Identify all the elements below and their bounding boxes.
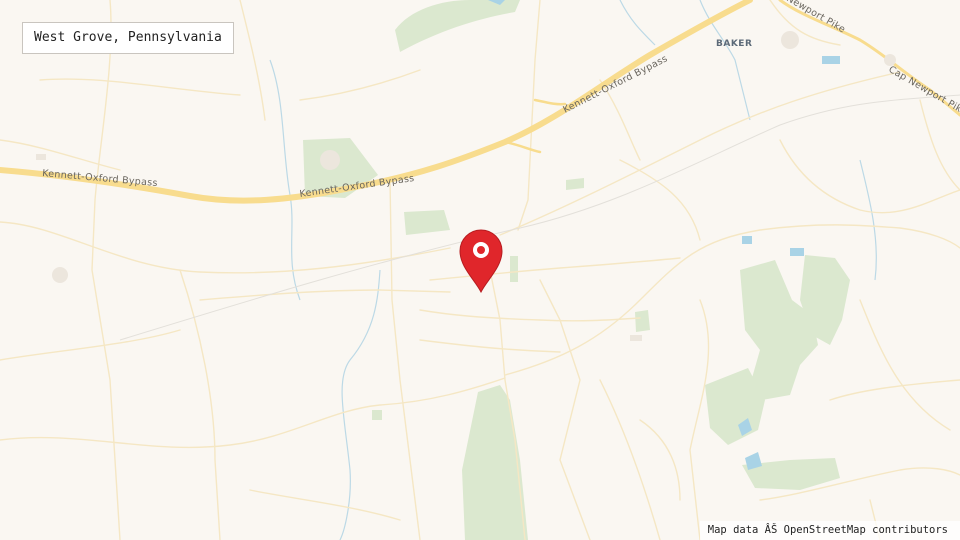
- pond-4: [742, 236, 752, 244]
- place-name-label: West Grove, Pennsylvania: [22, 22, 234, 54]
- pond-5: [790, 248, 804, 256]
- map-attribution[interactable]: Map data ÂŠ OpenStreetMap contributors: [699, 521, 960, 540]
- building-3: [36, 154, 46, 160]
- park-small-3: [635, 310, 650, 332]
- building-6: [630, 335, 642, 341]
- label-baker: BAKER: [716, 39, 752, 49]
- map-canvas[interactable]: Kennett-Oxford Bypass Kennett-Oxford Byp…: [0, 0, 960, 540]
- pond-3: [822, 56, 840, 64]
- park-small-2: [510, 256, 518, 282]
- marker-dot: [477, 246, 485, 254]
- park-small-5: [566, 178, 584, 190]
- building-1: [52, 267, 68, 283]
- building-2: [320, 150, 340, 170]
- building-5: [884, 54, 896, 66]
- park-small-4: [372, 410, 382, 420]
- building-4: [781, 31, 799, 49]
